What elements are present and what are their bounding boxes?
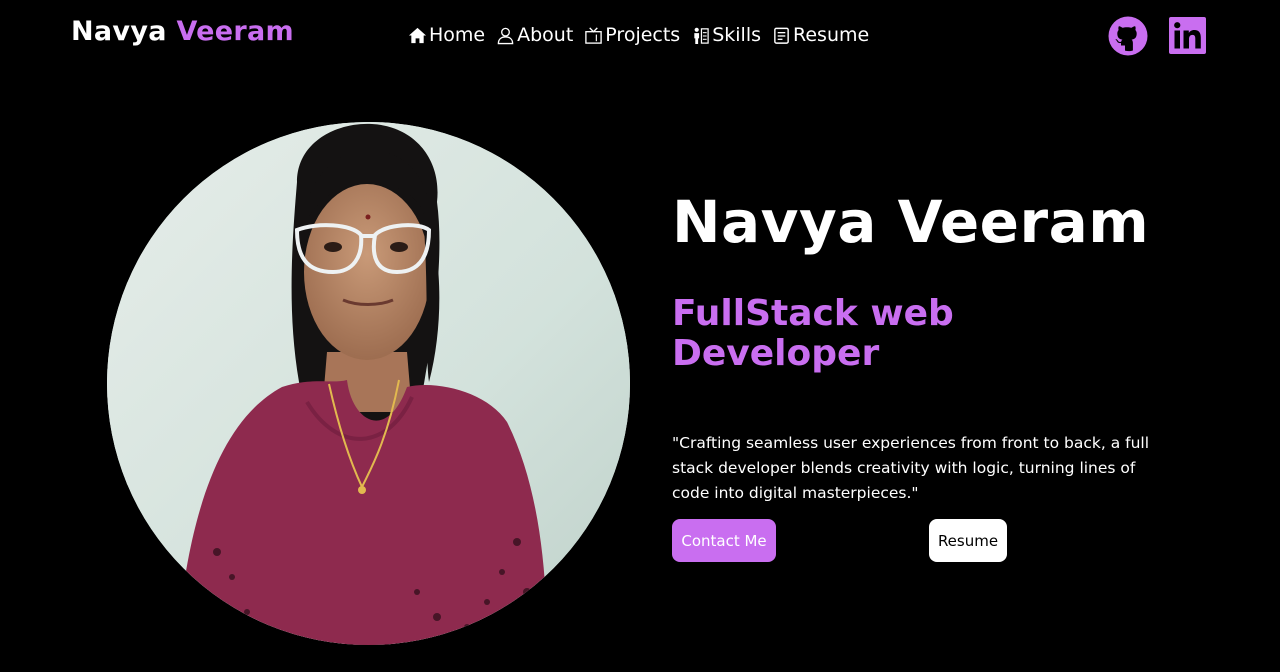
- hero-quote: "Crafting seamless user experiences from…: [672, 434, 1150, 502]
- nav-item-home[interactable]: Home: [408, 24, 485, 46]
- github-link[interactable]: [1108, 16, 1148, 56]
- nav-label-home: Home: [429, 24, 486, 46]
- user-icon: [496, 26, 515, 45]
- home-icon: [408, 26, 427, 45]
- github-icon: [1108, 16, 1148, 56]
- brand-first-name: Navya: [71, 16, 167, 47]
- nav-item-projects[interactable]: Projects: [584, 24, 680, 46]
- nav-label-about: About: [517, 24, 574, 46]
- linkedin-link[interactable]: [1168, 16, 1208, 56]
- nav-label-skills: Skills: [712, 24, 762, 46]
- main-nav: Home About Projects Skills Resume: [408, 24, 869, 46]
- nav-item-about[interactable]: About: [496, 24, 573, 46]
- social-links: [1108, 16, 1208, 56]
- hero-name: Navya Veeram: [672, 188, 1150, 256]
- nav-label-projects: Projects: [605, 24, 681, 46]
- linkedin-icon: [1168, 16, 1208, 56]
- brand-logo[interactable]: Navya Veeram: [71, 16, 294, 47]
- nav-item-skills[interactable]: Skills: [691, 24, 761, 46]
- contact-me-button[interactable]: Contact Me: [672, 519, 776, 562]
- portfolio-page: Navya Veeram Home About Projects Skills …: [0, 0, 1280, 672]
- hero-role: FullStack web Developer: [672, 293, 954, 374]
- nav-label-resume: Resume: [793, 24, 870, 46]
- projects-icon: [584, 26, 603, 45]
- brand-last-name: Veeram: [176, 16, 294, 47]
- skills-icon: [691, 26, 710, 45]
- profile-photo: [107, 122, 630, 645]
- resume-icon: [772, 26, 791, 45]
- resume-button[interactable]: Resume: [929, 519, 1007, 562]
- nav-item-resume[interactable]: Resume: [772, 24, 869, 46]
